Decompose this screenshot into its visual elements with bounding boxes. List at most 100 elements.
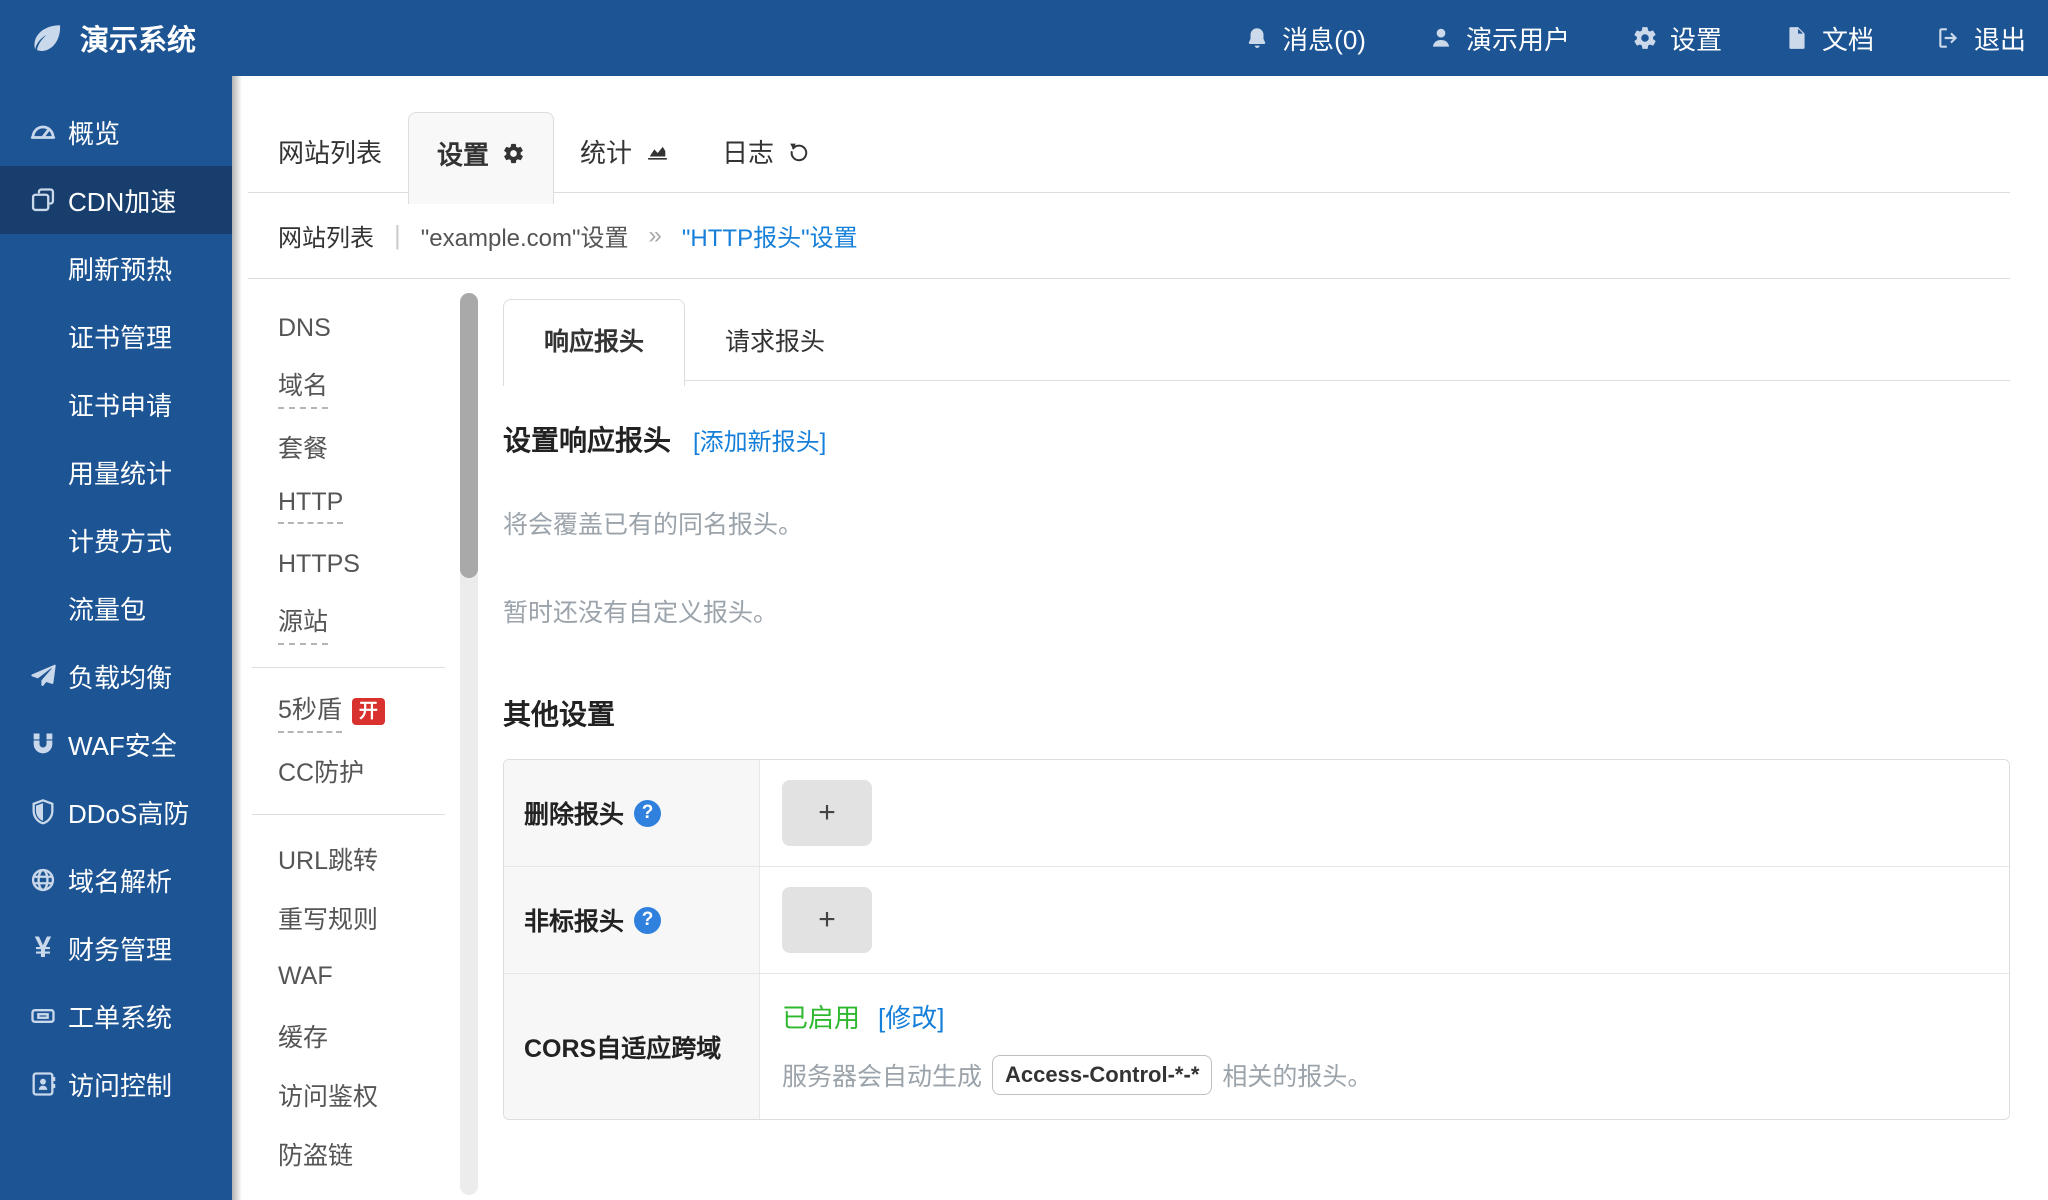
- user-menu[interactable]: 演示用户: [1428, 20, 1570, 57]
- sidebar-item-cdn[interactable]: CDN加速: [0, 166, 232, 234]
- sidebar-item-load-balancing[interactable]: 负载均衡: [0, 642, 232, 710]
- brand-label: 演示系统: [80, 17, 196, 59]
- submenu-item-domain[interactable]: 域名: [252, 358, 445, 417]
- sidebar-item-cert-request[interactable]: 证书申请: [0, 370, 232, 438]
- tab-label: 日志: [722, 133, 774, 170]
- submenu-item-origin[interactable]: 源站: [252, 594, 445, 653]
- yen-icon: ¥: [26, 933, 60, 963]
- history-icon: [787, 140, 811, 164]
- sidebar-item-cert-management[interactable]: 证书管理: [0, 302, 232, 370]
- question-circle-icon[interactable]: ?: [634, 800, 661, 827]
- breadcrumb-current[interactable]: "HTTP报头"设置: [682, 218, 858, 253]
- brand[interactable]: 演示系统: [30, 17, 196, 59]
- sidebar-item-label: 域名解析: [68, 862, 172, 899]
- submenu-item-waf[interactable]: WAF: [252, 947, 445, 1006]
- headers-pane: 响应报头 请求报头 设置响应报头 [添加新报头] 将会覆盖已有的同名报头。 暂时…: [503, 299, 2010, 1120]
- breadcrumb-site-list[interactable]: 网站列表: [278, 218, 374, 253]
- submenu-item-dns[interactable]: DNS: [252, 299, 445, 358]
- sidebar-item-dns-resolution[interactable]: 域名解析: [0, 846, 232, 914]
- user-icon: [1428, 25, 1454, 51]
- paper-plane-icon: [26, 662, 60, 690]
- scrollbar-thumb[interactable]: [460, 293, 478, 578]
- sidebar-item-label: 计费方式: [68, 522, 172, 559]
- add-nonstandard-header-button[interactable]: +: [782, 887, 872, 953]
- sidebar-item-usage-stats[interactable]: 用量统计: [0, 438, 232, 506]
- submenu-label: 防盗链: [278, 1136, 353, 1172]
- sidebar-item-label: 访问控制: [68, 1066, 172, 1103]
- row-label: 删除报头: [524, 795, 624, 831]
- tab-settings[interactable]: 设置: [408, 112, 554, 204]
- submenu-item-cache[interactable]: 缓存: [252, 1006, 445, 1065]
- submenu-item-rewrite-rules[interactable]: 重写规则: [252, 888, 445, 947]
- settings-button[interactable]: 设置: [1632, 20, 1722, 57]
- sidebar-item-finance[interactable]: ¥ 财务管理: [0, 914, 232, 982]
- sidebar-item-billing-method[interactable]: 计费方式: [0, 506, 232, 574]
- tab-logs[interactable]: 日志: [696, 111, 837, 192]
- table-row-nonstandard-headers: 非标报头 ? +: [504, 866, 2009, 973]
- topbar-menu: 消息(0) 演示用户 设置 文档 退出: [1244, 20, 2026, 57]
- cors-header-pattern: Access-Control-*-*: [992, 1055, 1212, 1095]
- tab-label: 网站列表: [278, 133, 382, 170]
- submenu-label: WAF: [278, 962, 333, 991]
- sidebar-item-ticket-system[interactable]: 工单系统: [0, 982, 232, 1050]
- id-card-icon: [26, 1070, 60, 1098]
- sidebar-item-ddos-protection[interactable]: DDoS高防: [0, 778, 232, 846]
- sidebar-item-label: 概览: [68, 114, 120, 151]
- leaf-icon: [30, 21, 64, 55]
- add-header-link[interactable]: [添加新报头]: [693, 422, 826, 457]
- submenu-item-http[interactable]: HTTP: [252, 476, 445, 535]
- sidebar-item-label: 证书申请: [68, 386, 172, 423]
- sidebar-item-traffic-package[interactable]: 流量包: [0, 574, 232, 642]
- sidebar-item-label: WAF安全: [68, 726, 177, 763]
- messages-label: 消息(0): [1282, 20, 1366, 57]
- cors-desc-suffix: 相关的报头。: [1222, 1057, 1372, 1093]
- sidebar-item-label: CDN加速: [68, 182, 176, 219]
- other-settings-table: 删除报头 ? + 非标报头 ?: [503, 759, 2010, 1120]
- cors-desc-prefix: 服务器会自动生成: [782, 1057, 982, 1093]
- submenu-label: 套餐: [278, 429, 328, 465]
- sidebar-item-label: DDoS高防: [68, 794, 189, 831]
- topbar: 演示系统 消息(0) 演示用户 设置 文档: [0, 0, 2048, 76]
- tab-site-list[interactable]: 网站列表: [278, 111, 408, 192]
- submenu-label: 缓存: [278, 1018, 328, 1054]
- sidebar-item-label: 用量统计: [68, 454, 172, 491]
- breadcrumb-separator: |: [394, 220, 401, 251]
- submenu-item-cc-protection[interactable]: CC防护: [252, 741, 445, 800]
- globe-icon: [26, 866, 60, 894]
- tab-label: 设置: [437, 135, 489, 172]
- tab-response-headers[interactable]: 响应报头: [503, 299, 685, 386]
- submenu-label: 访问鉴权: [278, 1077, 378, 1113]
- tab-request-headers[interactable]: 请求报头: [685, 300, 865, 380]
- cors-edit-link[interactable]: [修改]: [878, 998, 944, 1035]
- overwrite-note: 将会覆盖已有的同名报头。: [503, 505, 2010, 541]
- submenu-item-plan[interactable]: 套餐: [252, 417, 445, 476]
- sidebar-item-refresh-prewarm[interactable]: 刷新预热: [0, 234, 232, 302]
- sidebar-item-label: 刷新预热: [68, 250, 172, 287]
- docs-button[interactable]: 文档: [1784, 20, 1874, 57]
- question-circle-icon[interactable]: ?: [634, 907, 661, 934]
- submenu-label: 重写规则: [278, 900, 378, 936]
- divider: [252, 814, 445, 815]
- sidebar-item-access-control[interactable]: 访问控制: [0, 1050, 232, 1118]
- ticket-icon: [26, 1002, 60, 1030]
- sidebar-item-waf-security[interactable]: WAF安全: [0, 710, 232, 778]
- breadcrumb-site-settings[interactable]: "example.com"设置: [421, 218, 629, 253]
- sidebar-item-overview[interactable]: 概览: [0, 98, 232, 166]
- submenu-label: CC防护: [278, 753, 364, 789]
- submenu-scrollbar[interactable]: [460, 293, 478, 1195]
- gauge-icon: [26, 117, 60, 147]
- tab-label: 响应报头: [544, 328, 644, 356]
- submenu-item-https[interactable]: HTTPS: [252, 535, 445, 594]
- cors-description: 服务器会自动生成 Access-Control-*-* 相关的报头。: [782, 1055, 2009, 1095]
- add-delete-header-button[interactable]: +: [782, 780, 872, 846]
- tab-statistics[interactable]: 统计: [554, 111, 696, 192]
- messages-button[interactable]: 消息(0): [1244, 20, 1366, 57]
- submenu-item-url-redirect[interactable]: URL跳转: [252, 829, 445, 888]
- logout-button[interactable]: 退出: [1936, 20, 2026, 57]
- submenu-label: 源站: [278, 602, 328, 645]
- submenu-item-5s-shield[interactable]: 5秒盾 开: [252, 682, 445, 741]
- docs-label: 文档: [1822, 20, 1874, 57]
- submenu-item-access-auth[interactable]: 访问鉴权: [252, 1065, 445, 1124]
- gear-icon: [1632, 25, 1658, 51]
- submenu-item-hotlink-protection[interactable]: 防盗链: [252, 1124, 445, 1183]
